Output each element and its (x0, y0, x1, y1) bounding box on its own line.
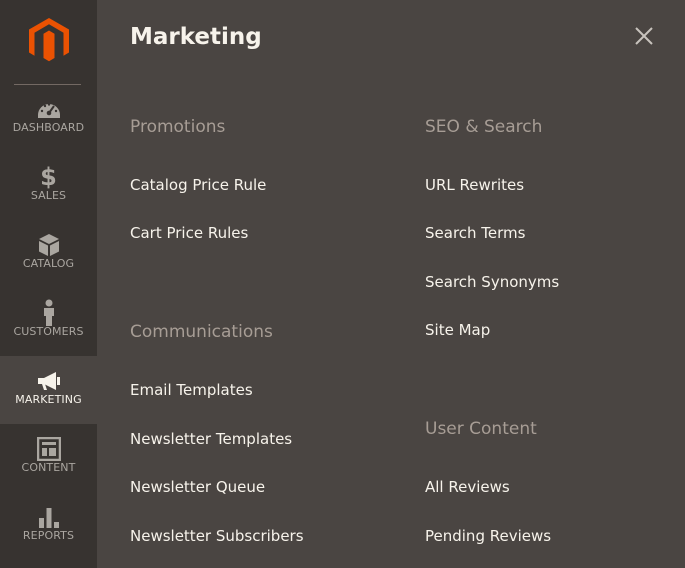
menu-link-all-reviews[interactable]: All Reviews (425, 478, 510, 496)
menu-link-search-synonyms[interactable]: Search Synonyms (425, 273, 559, 291)
nav-label-reports: REPORTS (22, 529, 75, 542)
menu-link-pending-reviews[interactable]: Pending Reviews (425, 527, 551, 545)
nav-item-reports[interactable]: REPORTS (0, 492, 97, 560)
menu-link-search-terms[interactable]: Search Terms (425, 224, 525, 242)
nav-item-sales[interactable]: $ SALES (0, 152, 97, 220)
nav-label-sales: SALES (30, 189, 67, 202)
nav-item-catalog[interactable]: CATALOG (0, 220, 97, 288)
nav-item-customers[interactable]: CUSTOMERS (0, 288, 97, 356)
section-title-promotions: Promotions (130, 117, 226, 137)
menu-link-cart-price-rules[interactable]: Cart Price Rules (130, 224, 248, 242)
section-title-communications: Communications (130, 322, 273, 342)
admin-sidebar: DASHBOARD $ SALES CATALOG CUSTOMERS MARK… (0, 0, 97, 568)
nav-label-content: CONTENT (21, 461, 76, 474)
person-icon (0, 299, 97, 326)
section-title-seo-search: SEO & Search (425, 117, 543, 137)
dollar-icon: $ (40, 163, 57, 191)
bar-chart-icon (0, 504, 97, 530)
menu-link-url-rewrites[interactable]: URL Rewrites (425, 176, 524, 194)
panel-title: Marketing (130, 24, 262, 50)
menu-link-newsletter-templates[interactable]: Newsletter Templates (130, 430, 292, 448)
nav-item-marketing[interactable]: MARKETING (0, 356, 97, 424)
section-title-user-content: User Content (425, 419, 537, 439)
menu-link-site-map[interactable]: Site Map (425, 321, 490, 339)
menu-link-catalog-price-rule[interactable]: Catalog Price Rule (130, 176, 266, 194)
magento-logo-icon (28, 18, 69, 62)
nav-label-dashboard: DASHBOARD (12, 121, 85, 134)
close-icon (635, 27, 653, 45)
magento-logo[interactable] (0, 0, 97, 84)
close-button[interactable] (632, 24, 656, 48)
nav-item-content[interactable]: CONTENT (0, 424, 97, 492)
cube-icon (0, 232, 97, 258)
nav-label-marketing: MARKETING (15, 393, 82, 406)
menu-link-newsletter-queue[interactable]: Newsletter Queue (130, 478, 265, 496)
nav-label-customers: CUSTOMERS (13, 325, 84, 338)
nav-label-catalog: CATALOG (22, 257, 75, 270)
megaphone-icon (0, 368, 97, 394)
menu-link-email-templates[interactable]: Email Templates (130, 381, 253, 399)
menu-link-newsletter-subscribers[interactable]: Newsletter Subscribers (130, 527, 304, 545)
speedometer-icon (0, 96, 97, 122)
nav-item-dashboard[interactable]: DASHBOARD (0, 84, 97, 152)
layout-icon (0, 436, 97, 462)
